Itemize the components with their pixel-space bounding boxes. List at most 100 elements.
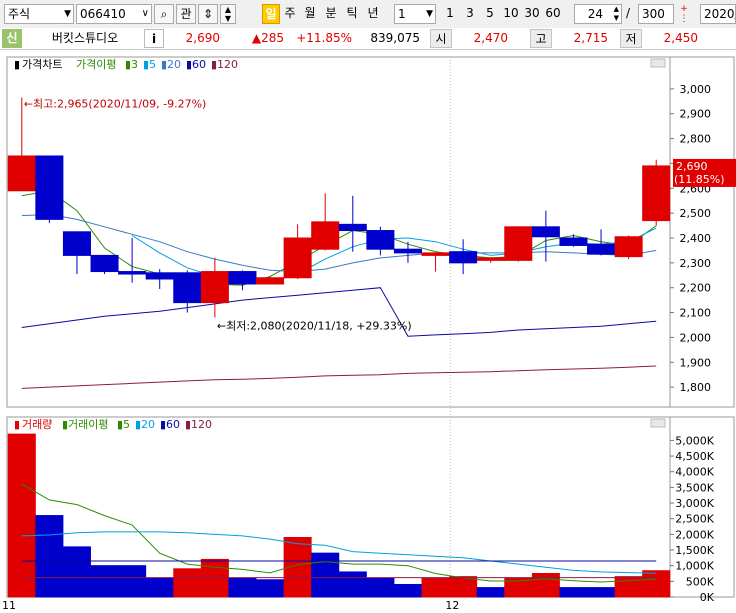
current-price: 2,690 — [185, 31, 220, 45]
volume-bar — [200, 558, 229, 598]
candle-body — [614, 236, 643, 258]
last-price-label: 2,690 — [676, 160, 708, 173]
market-select[interactable]: 주식 ▼ — [4, 4, 74, 24]
num-10-button[interactable]: 10 — [502, 4, 520, 24]
price-tick-label: 2,200 — [680, 282, 712, 295]
num-1-button[interactable]: 1 — [442, 4, 458, 24]
legend-marker: ▮ — [14, 418, 20, 431]
candle-body — [7, 155, 36, 192]
num-3-button[interactable]: 3 — [462, 4, 478, 24]
x-axis-label: 12 — [445, 599, 459, 612]
count-total: 300 — [638, 4, 674, 24]
volume-legend-item: 60 — [166, 418, 180, 431]
candle-body — [62, 231, 91, 256]
candle-body — [228, 271, 257, 285]
volume-legend-item: 5 — [123, 418, 130, 431]
candle-body — [118, 271, 147, 275]
volume-bar — [421, 577, 450, 598]
stock-code-value: 066410 — [80, 7, 126, 21]
candle-body — [311, 221, 340, 250]
volume-bar — [228, 577, 257, 598]
volume-bar — [587, 587, 616, 598]
info-button[interactable]: i — [144, 29, 164, 48]
chevron-down-icon: ∨ — [141, 8, 149, 19]
chevron-down-icon: ▼ — [64, 9, 71, 19]
candle-body — [504, 226, 533, 261]
price-tick-label: 2,800 — [680, 133, 712, 146]
period-week-button[interactable]: 주 — [281, 4, 299, 24]
num-60-button[interactable]: 60 — [544, 4, 562, 24]
volume-bar — [7, 433, 36, 598]
volume-tick-label: 3,500K — [675, 481, 714, 494]
spin-arrows-icon: ▲ ▼ — [224, 5, 232, 23]
candle-body — [421, 252, 450, 256]
expand-button[interactable]: + ⋮ — [676, 4, 692, 24]
candle-body — [642, 165, 671, 222]
period-month-button[interactable]: 월 — [301, 4, 319, 24]
candle-body — [173, 272, 202, 304]
candle-body — [366, 230, 395, 250]
num-5-button[interactable]: 5 — [482, 4, 498, 24]
open-label: 시 — [430, 29, 452, 48]
gwan-button[interactable]: 관 — [176, 4, 196, 24]
period-tick-button[interactable]: 틱 — [343, 4, 361, 24]
candle-body — [35, 155, 64, 220]
volume-bar — [366, 577, 395, 598]
chevron-down-icon: ▼ — [426, 9, 433, 19]
price-tick-label: 2,400 — [680, 232, 712, 245]
num-30-button[interactable]: 30 — [523, 4, 541, 24]
volume-tick-label: 4,000K — [675, 466, 714, 479]
chart-area: 1,800 1,900 2,000 2,100 2,200 2,300 2,400 2,500… — [0, 49, 736, 613]
price-tick-label: 3,000 — [680, 83, 712, 96]
price-legend-item: 120 — [217, 58, 238, 71]
search-button[interactable]: ⌕ — [154, 4, 174, 24]
price-legend-item: 3 — [131, 58, 138, 71]
interval-select[interactable]: 1 ▼ — [394, 4, 436, 24]
date-input[interactable]: 2020/ — [700, 4, 736, 24]
low-annotation: ←최저:2,080(2020/11/18, +29.33%) — [217, 320, 412, 333]
price-legend-item: 20 — [167, 58, 181, 71]
low-label: 저 — [620, 29, 642, 48]
high-label: 고 — [530, 29, 552, 48]
count-input[interactable]: 24 ▲ ▼ — [574, 4, 622, 24]
price-tick-label: 1,800 — [680, 381, 712, 394]
price-legend-item: 60 — [192, 58, 206, 71]
high-annotation: ←최고:2,965(2020/11/09, -9.27%) — [24, 98, 207, 111]
price-tick-label: 2,900 — [680, 108, 712, 121]
price-tick-label: 2,000 — [680, 331, 712, 344]
scroll-button[interactable]: ⇕ — [198, 4, 218, 24]
x-axis-label: 11 — [2, 599, 16, 612]
info-icon: i — [151, 32, 157, 46]
high-value: 2,715 — [573, 31, 608, 45]
chart-svg: 1,800 1,900 2,000 2,100 2,200 2,300 2,400 2,500… — [2, 56, 736, 612]
info-bar: 신 버킷스튜디오 i 2,690 ▲285 +11.85% 839,075 시 … — [0, 28, 736, 50]
volume-bar — [393, 583, 422, 598]
volume-chart-title: 거래량 — [22, 418, 52, 431]
count-value: 24 — [587, 7, 603, 21]
panel-button — [650, 58, 666, 68]
interval-value: 1 — [398, 7, 406, 21]
volume-tick-label: 1,000K — [675, 560, 714, 573]
candle-body — [476, 257, 505, 261]
price-legend-item: 5 — [149, 58, 156, 71]
period-minute-button[interactable]: 분 — [322, 4, 340, 24]
candle-body — [587, 243, 616, 255]
period-year-button[interactable]: 년 — [364, 4, 382, 24]
spin-button[interactable]: ▲ ▼ — [220, 4, 236, 24]
volume-bar — [531, 573, 560, 598]
candle-body — [200, 271, 229, 304]
candle-body — [531, 226, 560, 238]
volume-bar — [90, 565, 119, 598]
stock-tag: 신 — [2, 29, 22, 48]
volume-tick-label: 1,500K — [675, 544, 714, 557]
volume-bar — [338, 571, 367, 598]
volume-bar — [559, 587, 588, 598]
period-day-button[interactable]: 일 — [262, 4, 280, 24]
volume-bar — [256, 579, 285, 598]
candle-body — [256, 277, 285, 285]
volume-legend-item: 120 — [191, 418, 212, 431]
candle-body — [145, 272, 174, 280]
volume-tick-label: 500K — [686, 575, 715, 588]
stock-code-input[interactable]: 066410 ∨ — [76, 4, 152, 24]
candle-body — [393, 248, 422, 254]
